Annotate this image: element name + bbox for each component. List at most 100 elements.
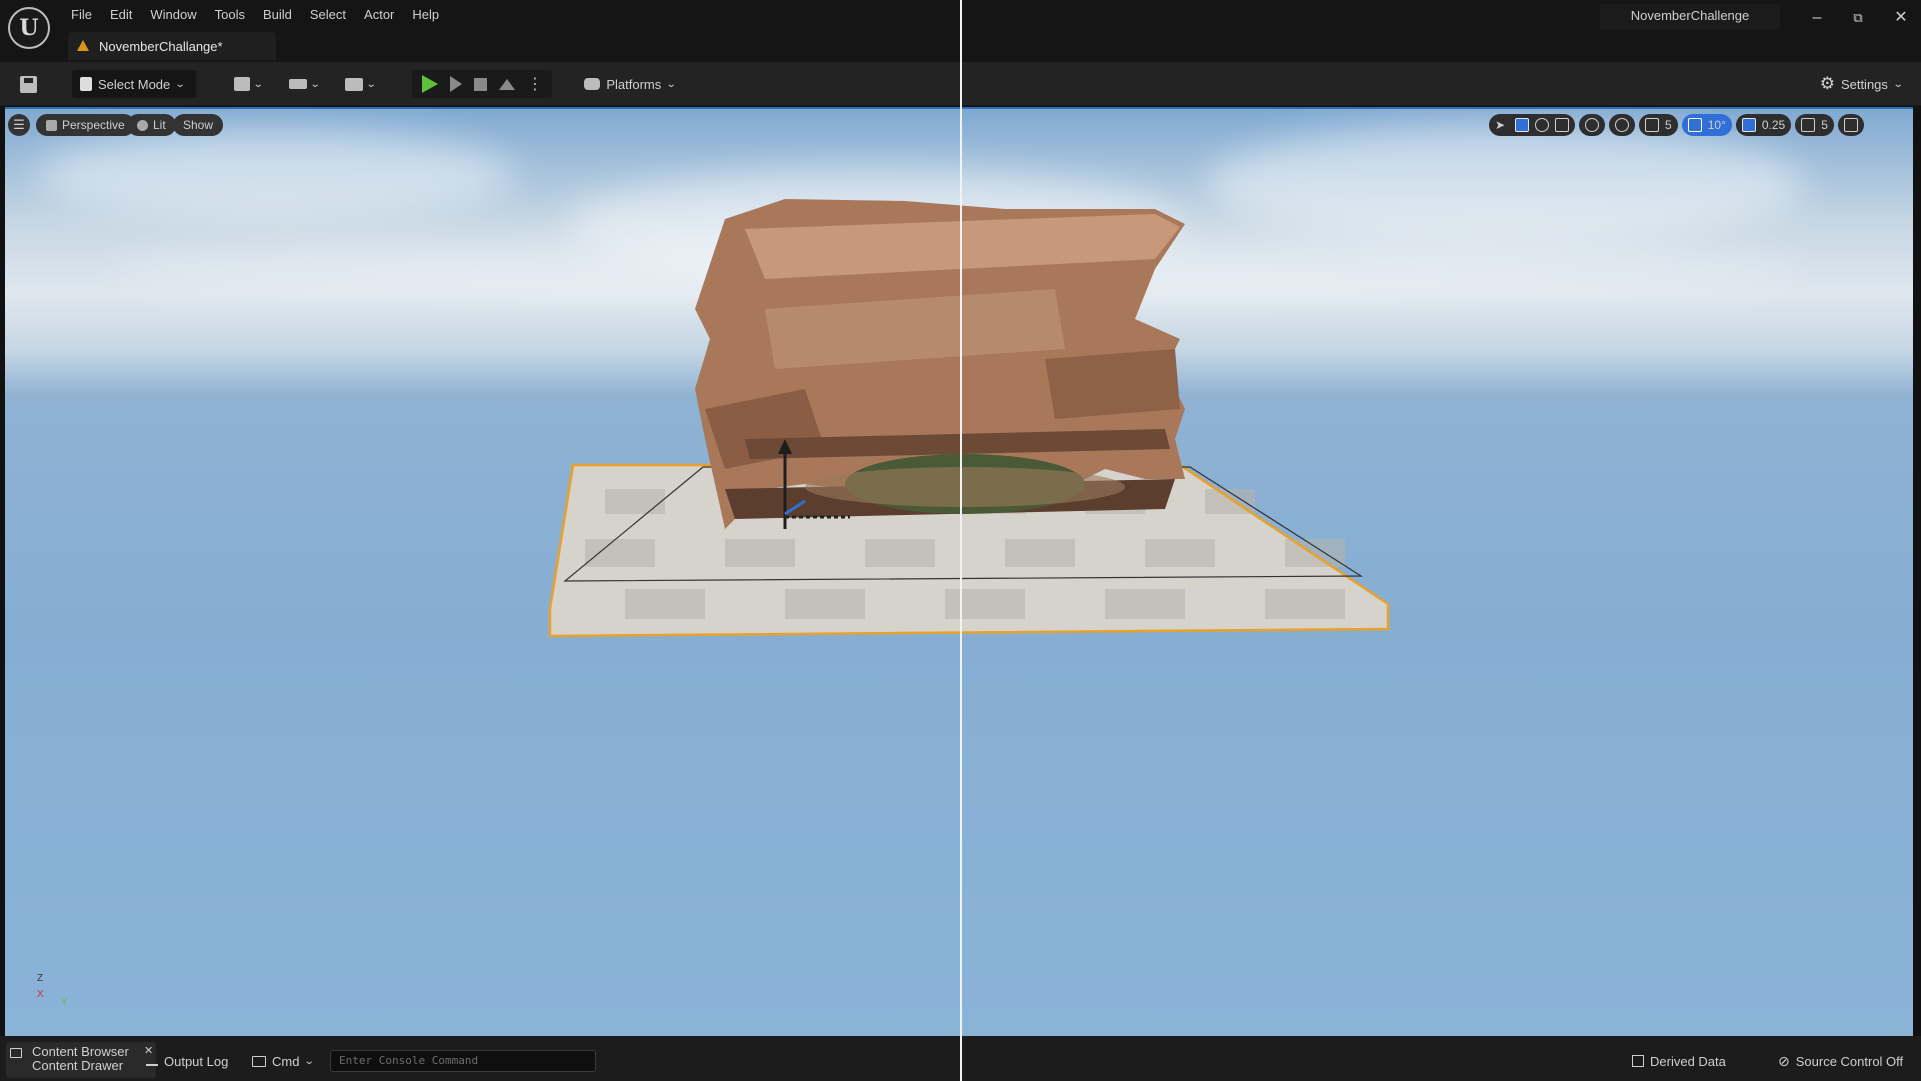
lit-label: Lit [153, 118, 166, 132]
show-label: Show [183, 118, 214, 132]
output-log-label: Output Log [164, 1053, 229, 1069]
content-browser-label: Content Browser [32, 1044, 129, 1059]
globe-icon [1585, 118, 1599, 132]
move-icon[interactable] [1515, 118, 1529, 132]
stop-icon[interactable] [474, 77, 487, 91]
level-icon [76, 40, 90, 52]
level-viewport[interactable]: ☰ Perspective Lit Show ➤ 5 10° 0.25 5 Z … [5, 107, 1913, 1036]
blueprint-icon [288, 79, 307, 89]
chevron-down-icon: ⌄ [665, 78, 677, 90]
content-browser-tab[interactable]: Content Browser Content Drawer ✕ [6, 1042, 156, 1078]
clapper-icon [344, 77, 363, 91]
cmd-dropdown[interactable]: Cmd ⌄ [252, 1050, 316, 1072]
minimize-icon[interactable]: – [1802, 6, 1832, 30]
camera-speed-control[interactable]: 5 [1795, 114, 1834, 136]
platforms-label: Platforms [606, 76, 662, 92]
grid-icon [1645, 118, 1659, 132]
level-tab-label: NovemberChallange* [99, 38, 223, 54]
menu-build[interactable]: Build [254, 4, 301, 26]
derived-data-label: Derived Data [1650, 1053, 1726, 1069]
save-icon [19, 75, 37, 93]
chevron-down-icon: ⌄ [304, 1055, 316, 1067]
cinematics-button[interactable]: ⌄ [340, 70, 380, 98]
cmd-label: Cmd [272, 1053, 300, 1069]
project-name: NovemberChallenge [1600, 4, 1780, 30]
menu-tools[interactable]: Tools [206, 4, 254, 26]
menu-help[interactable]: Help [403, 4, 448, 26]
settings-label: Settings [1840, 76, 1888, 92]
rock-formation [695, 199, 1185, 529]
viewport-layout-button[interactable] [1837, 114, 1864, 136]
skip-icon[interactable] [450, 76, 462, 92]
platforms-button[interactable]: Platforms ⌄ [580, 70, 680, 98]
scale-snap-control[interactable]: 0.25 [1735, 114, 1792, 136]
rotate-icon[interactable] [1535, 118, 1549, 132]
select-mode-label: Select Mode [98, 76, 171, 92]
layout-grid-icon [1843, 118, 1858, 132]
perspective-label: Perspective [62, 118, 125, 132]
scene-render [548, 199, 1390, 638]
scale-snap-value: 0.25 [1761, 118, 1786, 132]
restore-icon[interactable]: ⧉ [1843, 6, 1873, 30]
angle-icon [1687, 118, 1702, 132]
play-icon[interactable] [422, 75, 438, 93]
viewport-tools: ➤ 5 10° 0.25 5 [1489, 114, 1864, 136]
select-mode-dropdown[interactable]: Select Mode ⌄ [72, 70, 196, 98]
menu-edit[interactable]: Edit [101, 4, 141, 26]
more-options-icon[interactable]: ⋮ [527, 74, 543, 94]
level-tab[interactable]: NovemberChallange* [68, 32, 276, 60]
world-local-toggle[interactable] [1579, 114, 1605, 136]
terminal-icon [252, 1055, 266, 1067]
show-button[interactable]: Show [173, 114, 224, 136]
menu-actor[interactable]: Actor [355, 4, 403, 26]
eject-icon[interactable] [499, 78, 515, 90]
source-control-off-icon: ⊘ [1778, 1052, 1790, 1069]
source-control-label: Source Control Off [1795, 1053, 1904, 1069]
hamburger-icon: ☰ [13, 117, 25, 132]
chevron-down-icon: ⌄ [309, 78, 321, 90]
output-log-button[interactable]: Output Log [146, 1050, 228, 1072]
log-icon [146, 1056, 158, 1066]
menu-window[interactable]: Window [141, 4, 205, 26]
axis-y-label: Y [61, 997, 68, 1008]
rotation-snap-control[interactable]: 10° [1681, 114, 1732, 136]
menu-file[interactable]: File [62, 4, 101, 26]
unreal-logo-icon[interactable]: U [8, 7, 50, 49]
console-command-input[interactable]: Enter Console Command [330, 1050, 596, 1072]
settings-button[interactable]: ⚙ Settings ⌄ [1812, 70, 1910, 98]
add-actor-button[interactable]: ⌄ [228, 70, 268, 98]
select-arrow-icon[interactable]: ➤ [1495, 118, 1509, 132]
blueprint-button[interactable]: ⌄ [284, 70, 324, 98]
add-actor-icon [233, 77, 250, 91]
grid-snap-control[interactable]: 5 [1639, 114, 1678, 136]
surface-snap-toggle[interactable] [1609, 114, 1635, 136]
menu-bar: File Edit Window Tools Build Select Acto… [62, 4, 448, 26]
chevron-down-icon: ⌄ [1892, 78, 1904, 90]
play-controls: ⋮ [412, 70, 552, 98]
close-icon[interactable]: ✕ [1886, 6, 1916, 30]
select-mode-icon [80, 77, 92, 91]
cube-icon [46, 119, 57, 131]
folder-icon [10, 1048, 22, 1058]
viewport-options-button[interactable]: ☰ [8, 114, 30, 136]
gamepad-icon [584, 78, 601, 90]
lit-button[interactable]: Lit [127, 114, 176, 136]
chevron-down-icon: ⌄ [175, 78, 186, 90]
surface-snap-icon [1615, 118, 1629, 132]
chevron-down-icon: ⌄ [252, 78, 264, 90]
derived-data-icon [1632, 1055, 1644, 1067]
axis-z-label: Z [37, 973, 44, 984]
scale-icon[interactable] [1555, 118, 1569, 132]
gear-icon: ⚙ [1819, 74, 1835, 93]
scale-snap-icon [1741, 118, 1756, 132]
save-button[interactable] [14, 70, 42, 98]
source-control-button[interactable]: ⊘ Source Control Off [1778, 1050, 1903, 1072]
derived-data-button[interactable]: Derived Data [1632, 1050, 1726, 1072]
lit-sphere-icon [137, 119, 148, 131]
chevron-down-icon: ⌄ [365, 78, 377, 90]
menu-select[interactable]: Select [301, 4, 355, 26]
perspective-button[interactable]: Perspective [36, 114, 135, 136]
rotation-snap-value: 10° [1707, 118, 1726, 132]
axis-x-label: X [37, 989, 44, 1000]
transform-tools: ➤ [1489, 114, 1575, 136]
